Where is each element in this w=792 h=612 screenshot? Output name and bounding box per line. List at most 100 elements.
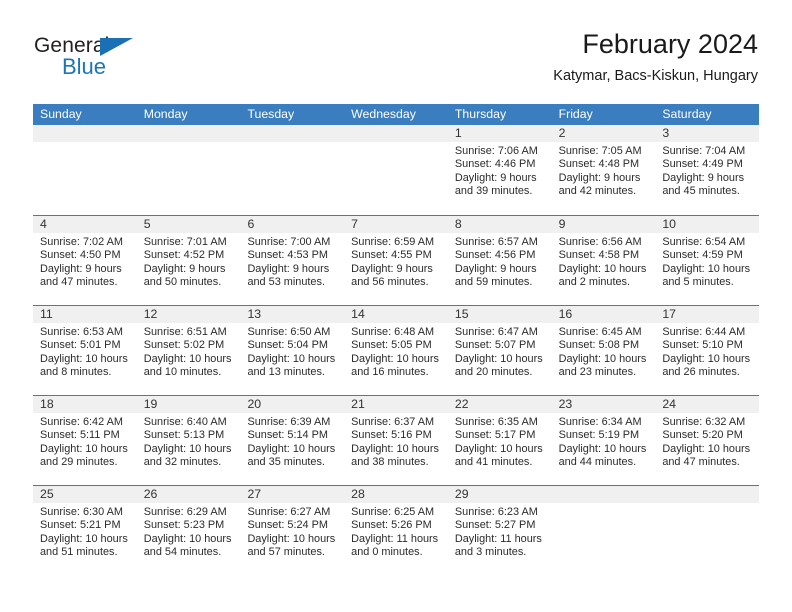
calendar-day-cell[interactable]: 20 Sunrise: 6:39 AM Sunset: 5:14 PM Dayligh… — [240, 396, 345, 485]
calendar-day-cell[interactable]: 9 Sunrise: 6:56 AM Sunset: 4:58 PM Daylight… — [551, 216, 656, 305]
sunrise-text: Sunrise: 6:54 AM — [662, 236, 746, 248]
calendar-page: General Blue February 2024 Katymar, Bacs… — [0, 0, 792, 612]
day-number: 25 — [40, 487, 54, 501]
sunrise-text: Sunrise: 7:02 AM — [40, 236, 123, 248]
day-number-band — [240, 125, 345, 143]
calendar-day-cell[interactable]: 17 Sunrise: 6:44 AM Sunset: 5:10 PM Dayligh… — [655, 306, 760, 395]
sunset-text: Sunset: 5:17 PM — [454, 429, 536, 442]
day-number-band: 23 — [551, 396, 656, 414]
calendar-day-cell[interactable]: 24 Sunrise: 6:32 AM Sunset: 5:20 PM Dayligh… — [655, 396, 760, 485]
day-number-band: 25 — [33, 486, 137, 504]
daylight-text-line2: and 3 minutes. — [454, 545, 527, 558]
calendar-day-cell[interactable]: 4 Sunrise: 7:02 AM Sunset: 4:50 PM Daylight… — [33, 216, 137, 305]
calendar-day-cell[interactable]: 13 Sunrise: 6:50 AM Sunset: 5:04 PM Dayligh… — [240, 306, 345, 395]
day-number-band: 21 — [344, 396, 448, 414]
calendar-day-cell-empty — [136, 125, 241, 215]
day-number: 6 — [247, 217, 255, 231]
daylight-text-line2: and 51 minutes. — [40, 545, 118, 558]
calendar-day-cell[interactable]: 23 Sunrise: 6:34 AM Sunset: 5:19 PM Dayligh… — [551, 396, 656, 485]
sunrise-text: Sunrise: 7:04 AM — [662, 145, 746, 157]
day-number: 16 — [558, 307, 573, 321]
calendar-day-cell-empty — [240, 125, 345, 215]
sunrise-text: Sunrise: 6:40 AM — [143, 416, 227, 428]
sunrise-text: Sunrise: 7:00 AM — [247, 236, 331, 248]
day-number: 28 — [351, 487, 365, 501]
calendar-day-cell[interactable]: 28 Sunrise: 6:25 AM Sunset: 5:26 PM Dayligh… — [344, 486, 448, 575]
calendar-grid: Sunday Monday Tuesday Wednesday Thursday Frid… — [33, 104, 760, 575]
calendar-day-cell[interactable]: 6 Sunrise: 7:00 AM Sunset: 4:53 PM Daylight… — [240, 216, 345, 305]
sunset-text: Sunset: 5:05 PM — [351, 339, 432, 352]
sunset-text: Sunset: 5:24 PM — [247, 519, 328, 532]
day-sun-info: Sunrise: 6:57 AM Sunset: 4:56 PM Daylight:… — [448, 234, 552, 289]
sunset-text: Sunset: 4:55 PM — [351, 249, 432, 262]
daylight-text-line2: and 0 minutes. — [351, 545, 423, 558]
day-sun-info: Sunrise: 6:54 AM Sunset: 4:59 PM Daylight:… — [655, 234, 759, 289]
general-blue-logo[interactable]: General Blue — [34, 34, 204, 86]
calendar-day-cell[interactable]: 29 Sunrise: 6:23 AM Sunset: 5:27 PM Dayligh… — [447, 486, 552, 575]
day-sun-info: Sunrise: 6:59 AM Sunset: 4:55 PM Daylight:… — [344, 234, 448, 289]
calendar-day-cell[interactable]: 10 Sunrise: 6:54 AM Sunset: 4:59 PM Dayligh… — [655, 216, 760, 305]
day-number-band: 11 — [33, 306, 137, 324]
daylight-text-line2: and 35 minutes. — [247, 455, 325, 468]
calendar-day-cell[interactable]: 11 Sunrise: 6:53 AM Sunset: 5:01 PM Dayligh… — [33, 306, 137, 395]
daylight-text-line1: Daylight: 10 hours — [247, 532, 336, 545]
calendar-day-cell[interactable]: 15 Sunrise: 6:47 AM Sunset: 5:07 PM Dayligh… — [447, 306, 552, 395]
sunrise-text: Sunrise: 6:37 AM — [351, 416, 435, 428]
daylight-text-line1: Daylight: 10 hours — [40, 532, 128, 545]
day-sun-info: Sunrise: 7:02 AM Sunset: 4:50 PM Daylight:… — [33, 234, 137, 289]
calendar-day-cell[interactable]: 22 Sunrise: 6:35 AM Sunset: 5:17 PM Dayligh… — [447, 396, 552, 485]
daylight-text-line2: and 38 minutes. — [351, 455, 429, 468]
day-sun-info: Sunrise: 6:37 AM Sunset: 5:16 PM Daylight:… — [344, 414, 448, 469]
daylight-text-line1: Daylight: 9 hours — [454, 262, 537, 275]
daylight-text-line2: and 47 minutes. — [40, 275, 118, 288]
calendar-day-cell[interactable]: 14 Sunrise: 6:48 AM Sunset: 5:05 PM Dayligh… — [344, 306, 448, 395]
daylight-text-line1: Daylight: 10 hours — [454, 352, 543, 365]
day-number: 18 — [40, 397, 54, 411]
sunrise-text: Sunrise: 6:45 AM — [558, 326, 642, 338]
day-number-band: 7 — [344, 216, 448, 234]
calendar-day-cell[interactable]: 7 Sunrise: 6:59 AM Sunset: 4:55 PM Daylight… — [344, 216, 448, 305]
sunset-text: Sunset: 5:02 PM — [143, 339, 225, 352]
daylight-text-line1: Daylight: 10 hours — [454, 442, 543, 455]
weekday-header-sunday: Sunday — [40, 107, 82, 121]
day-sun-info: Sunrise: 6:42 AM Sunset: 5:11 PM Daylight:… — [33, 414, 137, 469]
calendar-week-row: 11 Sunrise: 6:53 AM Sunset: 5:01 PM Dayligh… — [33, 305, 760, 395]
sunrise-text: Sunrise: 6:30 AM — [40, 506, 123, 518]
calendar-day-cell[interactable]: 21 Sunrise: 6:37 AM Sunset: 5:16 PM Dayligh… — [344, 396, 448, 485]
calendar-day-cell[interactable]: 27 Sunrise: 6:27 AM Sunset: 5:24 PM Dayligh… — [240, 486, 345, 575]
sunrise-text: Sunrise: 6:44 AM — [662, 326, 746, 338]
sunrise-text: Sunrise: 6:47 AM — [454, 326, 538, 338]
day-number-band: 13 — [240, 306, 345, 324]
calendar-day-cell[interactable]: 5 Sunrise: 7:01 AM Sunset: 4:52 PM Daylight… — [136, 216, 241, 305]
calendar-day-cell[interactable]: 3 Sunrise: 7:04 AM Sunset: 4:49 PM Daylight… — [655, 125, 760, 215]
calendar-day-cell[interactable]: 12 Sunrise: 6:51 AM Sunset: 5:02 PM Dayligh… — [136, 306, 241, 395]
calendar-day-cell[interactable]: 26 Sunrise: 6:29 AM Sunset: 5:23 PM Dayligh… — [136, 486, 241, 575]
sunrise-text: Sunrise: 6:39 AM — [247, 416, 331, 428]
calendar-day-cell[interactable]: 16 Sunrise: 6:45 AM Sunset: 5:08 PM Dayligh… — [551, 306, 656, 395]
sunrise-text: Sunrise: 6:32 AM — [662, 416, 746, 428]
daylight-text-line1: Daylight: 10 hours — [247, 352, 336, 365]
daylight-text-line1: Daylight: 10 hours — [558, 352, 647, 365]
sunrise-text: Sunrise: 6:56 AM — [558, 236, 642, 248]
day-sun-info: Sunrise: 7:05 AM Sunset: 4:48 PM Daylight:… — [552, 143, 656, 198]
day-number-band: 8 — [447, 216, 552, 234]
calendar-weeks: 1 Sunrise: 7:06 AM Sunset: 4:46 PM Daylight… — [33, 125, 760, 575]
day-number: 3 — [662, 126, 670, 140]
day-number-band — [33, 125, 137, 143]
daylight-text-line2: and 53 minutes. — [247, 275, 325, 288]
calendar-day-cell[interactable]: 2 Sunrise: 7:05 AM Sunset: 4:48 PM Daylight… — [551, 125, 656, 215]
calendar-day-cell[interactable]: 1 Sunrise: 7:06 AM Sunset: 4:46 PM Daylight… — [447, 125, 552, 215]
daylight-text-line2: and 20 minutes. — [454, 365, 533, 378]
calendar-day-cell[interactable]: 8 Sunrise: 6:57 AM Sunset: 4:56 PM Daylight… — [447, 216, 552, 305]
day-number-band: 4 — [33, 216, 137, 234]
calendar-day-cell[interactable]: 18 Sunrise: 6:42 AM Sunset: 5:11 PM Dayligh… — [33, 396, 137, 485]
sunset-text: Sunset: 5:13 PM — [143, 429, 225, 442]
day-number-band: 29 — [447, 486, 552, 504]
daylight-text-line1: Daylight: 10 hours — [662, 262, 751, 275]
calendar-day-cell[interactable]: 25 Sunrise: 6:30 AM Sunset: 5:21 PM Dayligh… — [33, 486, 137, 575]
day-number-band: 17 — [655, 306, 760, 324]
calendar-day-cell[interactable]: 19 Sunrise: 6:40 AM Sunset: 5:13 PM Dayligh… — [136, 396, 241, 485]
sunset-text: Sunset: 5:19 PM — [558, 429, 640, 442]
day-number: 19 — [143, 397, 158, 411]
day-number-band: 16 — [551, 306, 656, 324]
